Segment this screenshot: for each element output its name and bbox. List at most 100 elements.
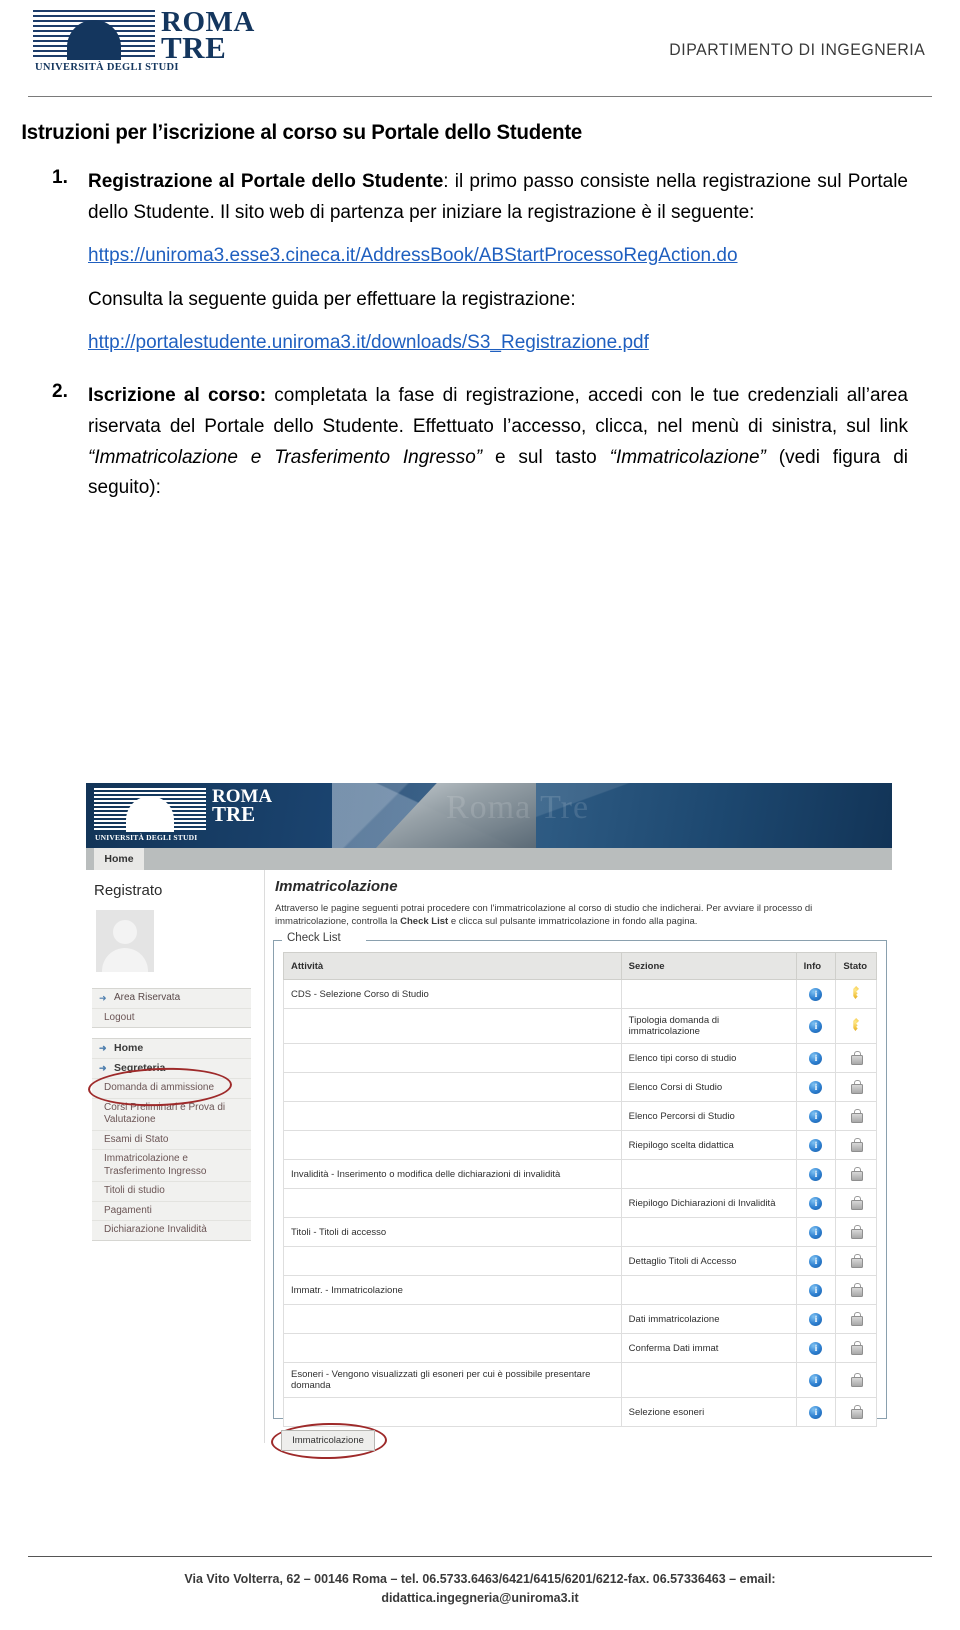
cell-sezione <box>620 1217 797 1247</box>
table-row: Immatr. - Immatricolazione i <box>283 1275 877 1305</box>
lock-icon <box>850 1195 864 1210</box>
cell-attivita <box>283 1246 622 1276</box>
cell-sezione: Elenco tipi corso di studio <box>620 1043 797 1073</box>
footer-divider <box>28 1556 932 1557</box>
info-icon[interactable]: i <box>809 1109 823 1123</box>
main-title: Immatricolazione <box>275 878 398 895</box>
column-header-info: Info <box>795 952 837 980</box>
banner-watermark-text: Roma Tre <box>446 789 590 826</box>
info-icon[interactable]: i <box>809 1019 823 1033</box>
table-row: CDS - Selezione Corso di Studio i <box>283 979 877 1009</box>
info-icon[interactable]: i <box>809 1283 823 1297</box>
key-icon <box>853 986 860 999</box>
roma-tre-logo: ROMA TRE UNIVERSITÀ DEGLI STUDI <box>33 8 254 78</box>
info-icon[interactable]: i <box>809 1080 823 1094</box>
portal-banner: Roma Tre ROMA TRE UNIVERSITÀ DEGLI STUDI <box>86 783 892 848</box>
desc-part2: e clicca sul pulsante immatricolazione i… <box>448 916 698 928</box>
cell-stato <box>835 1188 877 1218</box>
cell-sezione <box>620 1362 797 1398</box>
guide-pdf-link[interactable]: http://portalestudente.uniroma3.it/downl… <box>88 332 649 353</box>
cell-info: i <box>795 1072 837 1102</box>
info-icon[interactable]: i <box>809 1312 823 1326</box>
checklist-table: Attività Sezione Info Stato CDS - Selezi… <box>283 952 877 1427</box>
arrow-right-icon: ➜ <box>99 1043 107 1053</box>
sidebar-item-area-riservata[interactable]: ➜ Area Riservata <box>92 989 251 1008</box>
info-icon[interactable]: i <box>809 987 823 1001</box>
info-icon[interactable]: i <box>809 1254 823 1268</box>
lock-icon <box>850 1282 864 1297</box>
cell-attivita <box>283 1043 622 1073</box>
portal-screenshot-figure: Roma Tre ROMA TRE UNIVERSITÀ DEGLI STUDI… <box>86 783 893 1461</box>
sidebar-menu-group-account: ➜ Area Riservata Logout <box>92 988 251 1028</box>
lock-icon <box>850 1404 864 1419</box>
cell-sezione <box>620 1275 797 1305</box>
cell-sezione: Tipologia domanda di immatricolazione <box>620 1008 797 1044</box>
sidebar-item-label: Dichiarazione Invalidità <box>104 1224 207 1236</box>
step-text: Registrazione al Portale dello Studente:… <box>88 167 960 229</box>
footer-email-line: didattica.ingegneria@uniroma3.it <box>381 1589 579 1605</box>
sidebar-item-label: Immatricolazione e Trasferimento Ingress… <box>104 1153 207 1177</box>
sidebar-item-home[interactable]: ➜ Home <box>92 1039 251 1058</box>
list-item: 1. Registrazione al Portale dello Studen… <box>0 167 960 359</box>
table-row: Esoneri - Vengono visualizzati gli esone… <box>283 1362 877 1398</box>
cell-sezione: Selezione esoneri <box>620 1397 797 1427</box>
key-icon <box>853 1018 860 1031</box>
info-icon[interactable]: i <box>809 1405 823 1419</box>
lock-icon <box>850 1253 864 1268</box>
sidebar-item-label: Area Riservata <box>114 992 181 1003</box>
registration-link-paragraph: https://uniroma3.esse3.cineca.it/Address… <box>88 241 960 272</box>
lock-icon <box>850 1137 864 1152</box>
portal-logo-line-tre: TRE <box>212 802 256 826</box>
table-row: Titoli - Titoli di accesso i <box>283 1217 877 1247</box>
info-icon[interactable]: i <box>809 1051 823 1065</box>
cell-attivita <box>283 1101 622 1131</box>
document-content: Istruzioni per l’iscrizione al corso su … <box>0 120 960 504</box>
portal-sidebar: Registrato ➜ Area Riservata Logout ➜ Home ➜ S… <box>86 870 256 1443</box>
logo-subtitle: UNIVERSITÀ DEGLI STUDI <box>35 62 179 73</box>
cell-attivita: Immatr. - Immatricolazione <box>283 1275 622 1305</box>
cell-info: i <box>795 1275 837 1305</box>
info-icon[interactable]: i <box>809 1167 823 1181</box>
guide-intro-text: Consulta la seguente guida per effettuar… <box>88 289 576 311</box>
info-icon[interactable]: i <box>809 1373 823 1387</box>
cell-info: i <box>795 1130 837 1160</box>
list-item: 2. Iscrizione al corso: completata la fa… <box>0 381 960 504</box>
avatar-body-icon <box>102 948 148 972</box>
desc-bold: Check List <box>400 916 449 928</box>
arrow-right-icon: ➜ <box>99 993 107 1003</box>
cell-stato <box>835 1043 877 1073</box>
sidebar-item-immatricolazione-e-trasferimento-ingresso[interactable]: Immatricolazione e Trasferimento Ingress… <box>92 1149 251 1181</box>
cell-attivita <box>283 1333 622 1363</box>
cell-sezione: Elenco Percorsi di Studio <box>620 1101 797 1131</box>
sidebar-item-esami-di-stato[interactable]: Esami di Stato <box>92 1129 251 1150</box>
info-icon[interactable]: i <box>809 1341 823 1355</box>
cell-info: i <box>795 1304 837 1334</box>
table-row: Dati immatricolazione i <box>283 1304 877 1334</box>
sidebar-item-dichiarazione-invalidit[interactable]: Dichiarazione Invalidità <box>92 1220 251 1240</box>
cell-attivita <box>283 1130 622 1160</box>
info-icon[interactable]: i <box>809 1138 823 1152</box>
info-icon[interactable]: i <box>809 1196 823 1210</box>
cell-sezione: Riepilogo Dichiarazioni di Invalidità <box>620 1188 797 1218</box>
table-row: Elenco Percorsi di Studio i <box>283 1101 877 1131</box>
logo-line-tre: TRE <box>161 30 227 65</box>
info-icon[interactable]: i <box>809 1225 823 1239</box>
sidebar-item-titoli-di-studio[interactable]: Titoli di studio <box>92 1181 251 1201</box>
portal-main-panel: Immatricolazione Attraverso le pagine se… <box>264 870 893 1461</box>
tab-home[interactable]: Home <box>94 848 144 870</box>
immatricolazione-button[interactable]: Immatricolazione <box>281 1430 375 1451</box>
cell-stato <box>835 1397 877 1427</box>
sidebar-item-pagamenti[interactable]: Pagamenti <box>92 1200 251 1221</box>
step-bold-lead: Iscrizione al corso: <box>88 385 267 407</box>
lock-icon <box>850 1166 864 1181</box>
portal-logo: ROMA TRE UNIVERSITÀ DEGLI STUDI <box>94 787 272 844</box>
cell-info: i <box>795 1217 837 1247</box>
lock-icon <box>850 1079 864 1094</box>
table-head: Attività Sezione Info Stato <box>283 952 877 980</box>
lock-icon <box>850 1311 864 1326</box>
cell-attivita <box>283 1008 622 1044</box>
registration-url-link[interactable]: https://uniroma3.esse3.cineca.it/Address… <box>88 245 738 266</box>
cell-attivita <box>283 1304 622 1334</box>
sidebar-item-logout[interactable]: Logout <box>92 1007 251 1028</box>
cell-info: i <box>795 1397 837 1427</box>
